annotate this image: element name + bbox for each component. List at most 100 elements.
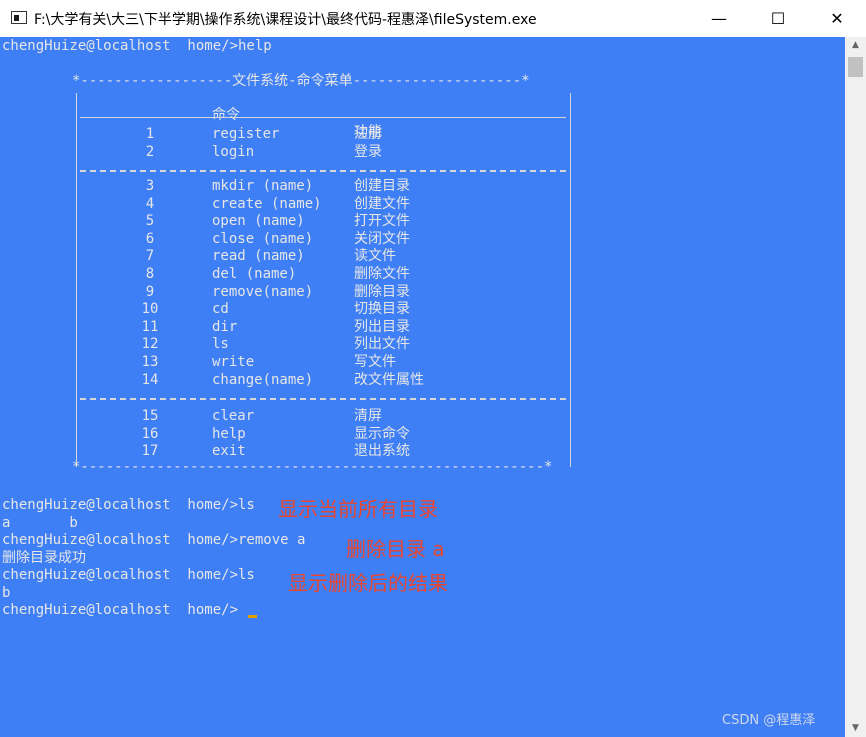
scroll-down-arrow-icon[interactable]: ▼ <box>845 720 866 737</box>
console-window: F:\大学有关\大三\下半学期\操作系统\课程设计\最终代码-程惠泽\fileS… <box>0 0 866 737</box>
menu-row-number: 7 <box>145 248 155 265</box>
text-cursor <box>248 615 257 618</box>
menu-row: 13 write 写文件 <box>0 354 600 371</box>
prompt-help: chengHuize@localhost home/>help <box>2 38 272 54</box>
menu-row-number: 9 <box>145 283 155 300</box>
menu-row-number: 17 <box>141 443 159 460</box>
menu-row-command: remove(name) <box>212 283 314 300</box>
menu-row-function: 退出系统 <box>354 443 410 460</box>
vertical-scrollbar[interactable]: ▲ ▼ <box>845 37 866 737</box>
menu-row-function: 显示命令 <box>354 425 410 442</box>
close-button[interactable]: ✕ <box>814 0 860 37</box>
menu-row-function: 创建目录 <box>354 178 410 194</box>
menu-row: 3 mkdir (name) 创建目录 <box>0 178 600 195</box>
menu-row-command: login <box>212 143 255 160</box>
menu-row-number: 14 <box>141 371 159 388</box>
title-bar[interactable]: F:\大学有关\大三\下半学期\操作系统\课程设计\最终代码-程惠泽\fileS… <box>0 0 866 37</box>
menu-row-number: 5 <box>145 213 155 230</box>
menu-row: 11 dir 列出目录 <box>0 319 600 336</box>
menu-row: 2 login 登录 <box>0 144 600 161</box>
menu-row-command: del (name) <box>212 266 297 282</box>
menu-row: 16 help 显示命令 <box>0 426 600 443</box>
menu-row: 9 remove(name) 删除目录 <box>0 284 600 301</box>
menu-header-row: 命令 功能 <box>0 90 600 140</box>
menu-row-command: change(name) <box>212 371 314 388</box>
menu-row-number: 11 <box>141 318 159 335</box>
maximize-icon: ☐ <box>770 9 786 28</box>
prompt-remove: chengHuize@localhost home/>remove a <box>2 532 306 548</box>
menu-group-divider <box>80 170 566 172</box>
scroll-up-arrow-icon[interactable]: ▲ <box>845 37 866 54</box>
menu-row-command: write <box>212 354 255 370</box>
menu-top-border: *------------------文件系统-命令菜单------------… <box>72 73 530 89</box>
menu-row-function: 注册 <box>354 126 382 142</box>
csdn-watermark: CSDN @程惠泽 <box>722 713 816 728</box>
console-app-icon <box>11 11 27 24</box>
menu-row: 1 register 注册 <box>0 126 600 143</box>
menu-row-function: 关闭文件 <box>354 230 410 247</box>
menu-row-command: close (name) <box>212 230 314 247</box>
menu-row-function: 删除目录 <box>354 283 410 300</box>
menu-row-command: dir <box>212 318 238 335</box>
menu-row-function: 写文件 <box>354 354 396 370</box>
menu-row: 5 open (name) 打开文件 <box>0 213 600 230</box>
menu-group-divider <box>80 398 566 400</box>
prompt-current: chengHuize@localhost home/> <box>2 602 239 618</box>
menu-row-command: mkdir (name) <box>212 178 314 194</box>
menu-row-command: register <box>212 126 280 142</box>
remove-output: 删除目录成功 <box>2 550 86 566</box>
menu-row: 12 ls 列出文件 <box>0 336 600 353</box>
prompt-ls-after: chengHuize@localhost home/>ls <box>2 567 255 583</box>
menu-row-command: clear <box>212 408 255 424</box>
menu-row-number: 8 <box>145 266 155 282</box>
menu-row: 10 cd 切换目录 <box>0 301 600 318</box>
menu-row-number: 4 <box>145 195 155 212</box>
menu-row-command: read (name) <box>212 248 305 265</box>
menu-row-function: 创建文件 <box>354 195 410 212</box>
menu-row-number: 15 <box>141 408 159 424</box>
menu-row-number: 1 <box>145 126 155 142</box>
menu-row-command: cd <box>212 301 229 318</box>
menu-header-command: 命令 <box>212 107 240 123</box>
menu-row-number: 10 <box>141 301 159 318</box>
menu-row-number: 12 <box>141 336 159 353</box>
menu-row-function: 登录 <box>354 143 382 160</box>
menu-header-divider <box>80 117 566 118</box>
menu-row-command: open (name) <box>212 213 305 230</box>
close-icon: ✕ <box>830 9 844 28</box>
menu-row: 7 read (name) 读文件 <box>0 248 600 265</box>
maximize-button[interactable]: ☐ <box>755 0 801 37</box>
console-area[interactable]: chengHuize@localhost home/>help *-------… <box>0 37 845 737</box>
scroll-thumb[interactable] <box>848 57 863 77</box>
menu-row: 4 create (name) 创建文件 <box>0 196 600 213</box>
menu-row: 8 del (name) 删除文件 <box>0 266 600 283</box>
menu-row-command: create (name) <box>212 195 322 212</box>
annotation-list-dirs: 显示当前所有目录 <box>278 497 438 521</box>
menu-row-function: 改文件属性 <box>354 371 424 388</box>
menu-bottom-border: *---------------------------------------… <box>72 459 553 475</box>
menu-row-function: 切换目录 <box>354 301 410 318</box>
menu-row-function: 打开文件 <box>354 213 410 230</box>
annotation-result: 显示删除后的结果 <box>288 571 448 595</box>
menu-row-command: help <box>212 425 246 442</box>
prompt-ls: chengHuize@localhost home/>ls <box>2 497 255 513</box>
minimize-icon: — <box>711 9 727 28</box>
menu-row: 6 close (name) 关闭文件 <box>0 231 600 248</box>
annotation-delete-dir: 删除目录 a <box>346 537 445 561</box>
menu-row-number: 6 <box>145 230 155 247</box>
menu-row-function: 删除文件 <box>354 266 410 282</box>
menu-row-number: 13 <box>141 354 159 370</box>
menu-row-function: 列出目录 <box>354 318 410 335</box>
ls-output: a b <box>2 515 78 531</box>
window-title: F:\大学有关\大三\下半学期\操作系统\课程设计\最终代码-程惠泽\fileS… <box>34 12 537 28</box>
menu-row-command: exit <box>212 443 246 460</box>
menu-row: 14 change(name) 改文件属性 <box>0 372 600 389</box>
menu-row-function: 读文件 <box>354 248 396 265</box>
menu-row-command: ls <box>212 336 229 353</box>
menu-row-function: 清屏 <box>354 408 382 424</box>
minimize-button[interactable]: — <box>696 0 742 37</box>
menu-row-number: 3 <box>145 178 155 194</box>
menu-row-number: 2 <box>145 143 155 160</box>
ls-after-output: b <box>2 585 11 601</box>
menu-row-number: 16 <box>141 425 159 442</box>
